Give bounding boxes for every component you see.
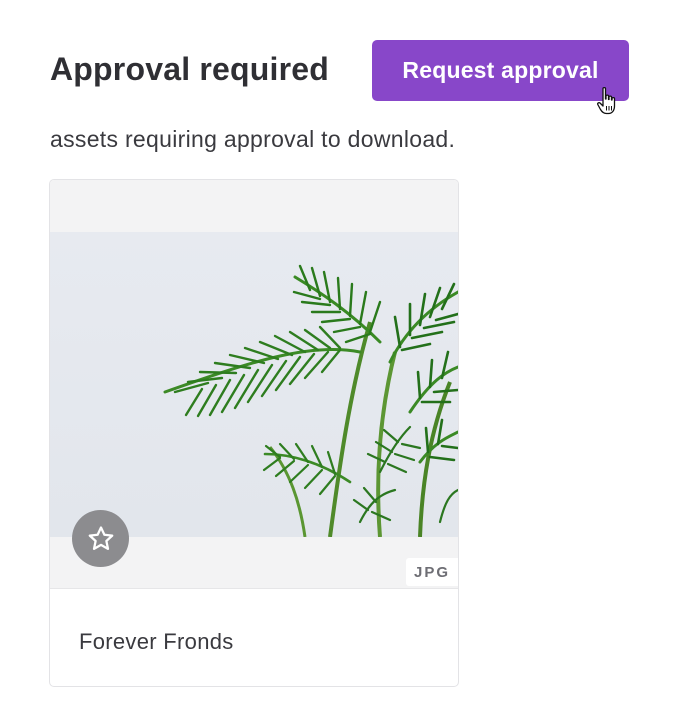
approval-page: Approval required Request approval asset… [0,0,676,727]
asset-card[interactable]: JPG Forever Fronds [49,179,459,687]
favorite-button[interactable] [72,510,129,567]
page-subtitle: assets requiring approval to download. [50,126,456,152]
asset-name[interactable]: Forever Fronds [79,628,234,656]
asset-thumbnail[interactable]: JPG [50,180,458,589]
file-type-badge: JPG [406,558,458,586]
palm-fronds-image [50,232,458,537]
hand-pointer-icon [597,86,616,115]
star-outline-icon [88,525,113,550]
request-approval-button[interactable]: Request approval [372,40,629,101]
page-title: Approval required [50,51,330,87]
